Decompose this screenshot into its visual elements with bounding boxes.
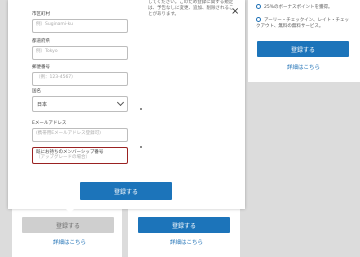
membership-field: 既にお持ちのメンバーシップ番号 （アップグレードの場合）: [32, 146, 128, 164]
scroll-dot: [140, 146, 142, 148]
prefecture-field: 都道府県 例）Tokyo: [32, 39, 128, 60]
close-icon[interactable]: ×: [231, 7, 239, 17]
chevron-down-icon: [116, 98, 125, 107]
country-value: 日本: [37, 101, 48, 108]
modal-pointer: [64, 207, 76, 213]
details-link-left[interactable]: 詳細はこちら: [53, 238, 86, 246]
city-label: 市区町村: [32, 12, 50, 17]
email-label: Eメールアドレス: [32, 121, 67, 126]
email-input[interactable]: (携帯用Eメールアドレス登録可): [32, 128, 128, 142]
membership-input[interactable]: 既にお持ちのメンバーシップ番号 （アップグレードの場合）: [32, 147, 128, 164]
prefecture-label: 都道府県: [32, 39, 50, 44]
register-button-right[interactable]: 登録する: [257, 41, 349, 57]
membership-placeholder: （アップグレードの場合）: [36, 155, 90, 160]
scroll-dot: [140, 108, 142, 110]
postal-label: 郵便番号: [32, 65, 50, 70]
registration-form: 市区町村 例）Suginami-ku 都道府県 例）Tokyo 郵便番号 （例：…: [28, 0, 132, 176]
feature-bonus-points: 25%のボーナスポイントを獲得。: [256, 4, 333, 11]
country-select[interactable]: 日本: [32, 96, 128, 112]
submit-button[interactable]: 登録する: [80, 182, 172, 200]
details-link-middle[interactable]: 詳細はこちら: [170, 238, 203, 246]
registration-modal: 市区町村 例）Suginami-ku 都道府県 例）Tokyo 郵便番号 （例：…: [8, 0, 245, 209]
feature-checkin: アーリー・チェックイン、レイト・チェックアウト、無料の無料サービス。: [256, 17, 349, 29]
register-button-disabled[interactable]: 登録する: [22, 217, 114, 233]
clock-icon: [256, 17, 261, 22]
terms-text: してください。このため登録に関する規定は、予告なしに変更、追加、削除されることが…: [148, 0, 234, 17]
country-field: 国名 日本: [32, 89, 128, 112]
bonus-icon: [256, 4, 261, 9]
country-label: 国名: [32, 89, 41, 94]
postal-field: 郵便番号 （例：123-4567）: [32, 65, 128, 86]
city-field: 市区町村 例）Suginami-ku: [32, 12, 128, 33]
city-input[interactable]: 例）Suginami-ku: [32, 19, 128, 33]
postal-input[interactable]: （例：123-4567）: [32, 72, 128, 86]
register-button-middle[interactable]: 登録する: [138, 217, 230, 233]
email-field: Eメールアドレス (携帯用Eメールアドレス登録可): [32, 121, 128, 142]
prefecture-input[interactable]: 例）Tokyo: [32, 46, 128, 60]
details-link-right[interactable]: 詳細はこちら: [287, 63, 320, 71]
